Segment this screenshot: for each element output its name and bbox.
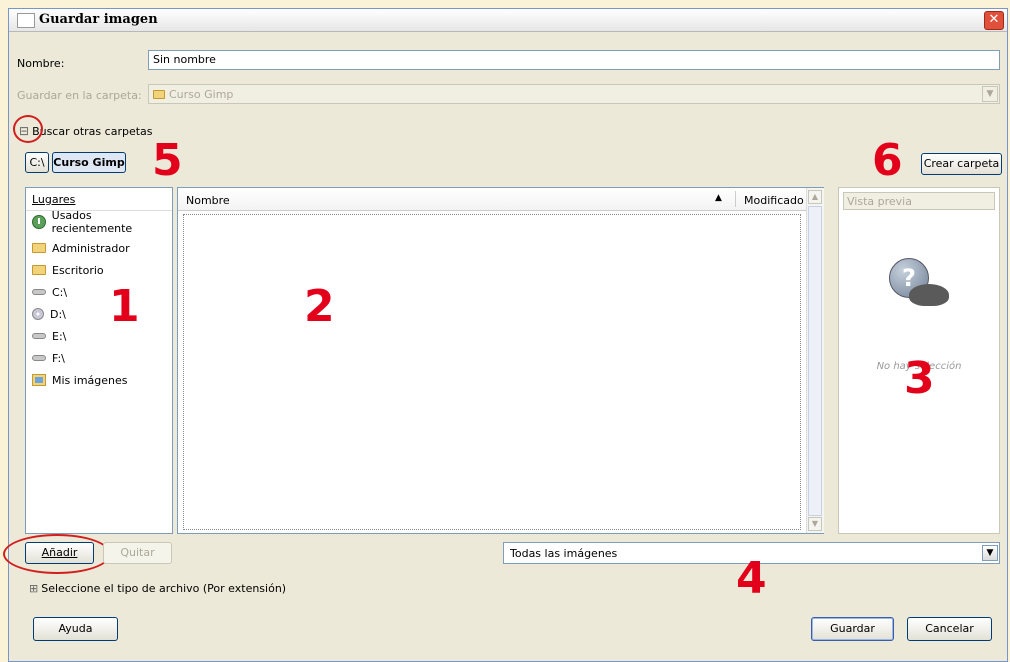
- drive-icon: [32, 289, 46, 295]
- gimp-mascot-icon: [909, 284, 949, 306]
- annotation-6: 6: [872, 135, 903, 186]
- file-list[interactable]: [183, 214, 801, 530]
- pictures-folder-icon: [32, 374, 46, 386]
- place-label: D:\: [50, 307, 66, 321]
- save-folder-select: Curso Gimp: [148, 84, 1000, 104]
- files-scrollbar[interactable]: ▲ ▼: [806, 188, 824, 533]
- file-type-toggle[interactable]: ⊞ Seleccione el tipo de archivo (Por ext…: [29, 582, 286, 595]
- scrollbar-thumb[interactable]: [808, 206, 822, 516]
- place-label: Escritorio: [52, 263, 104, 277]
- place-label: Mis imágenes: [52, 373, 128, 387]
- clock-icon: [32, 215, 46, 229]
- chevron-down-icon[interactable]: ▼: [982, 545, 998, 561]
- annotation-2: 2: [304, 281, 335, 332]
- cancel-button[interactable]: Cancelar: [907, 617, 992, 641]
- annotation-5: 5: [152, 135, 183, 186]
- place-label: Administrador: [52, 241, 130, 255]
- column-name[interactable]: Nombre: [186, 194, 230, 207]
- highlight-circle: [13, 115, 43, 143]
- save-button[interactable]: Guardar: [811, 617, 894, 641]
- filename-input[interactable]: Sin nombre: [148, 50, 1000, 70]
- place-item-escritorio[interactable]: Escritorio: [32, 261, 104, 279]
- places-header-label: Lugares: [32, 193, 76, 206]
- place-item-f-drive[interactable]: F:\: [32, 349, 65, 367]
- folder-icon: [32, 265, 46, 275]
- annotation-4: 4: [736, 553, 767, 604]
- drive-icon: [32, 355, 46, 361]
- remove-button: Quitar: [103, 542, 172, 564]
- save-folder-label: Guardar en la carpeta:: [17, 89, 142, 102]
- create-folder-button[interactable]: Crear carpeta: [921, 153, 1002, 175]
- annotation-1: 1: [109, 281, 140, 332]
- help-button[interactable]: Ayuda: [33, 617, 118, 641]
- place-item-d-drive[interactable]: D:\: [32, 305, 66, 323]
- window-icon: [17, 13, 35, 28]
- cd-icon: [32, 308, 44, 320]
- files-panel: Nombre ▲ Modificado ▲ ▼: [177, 187, 824, 534]
- scroll-down-icon[interactable]: ▼: [808, 517, 822, 531]
- title-bar[interactable]: Guardar imagen ✕: [9, 9, 1007, 32]
- folder-icon: [32, 243, 46, 253]
- place-label: Usados recientemente: [51, 209, 133, 235]
- place-item-recent[interactable]: Usados recientemente: [32, 209, 172, 235]
- highlight-circle: [3, 534, 111, 574]
- chevron-down-icon: ▼: [982, 86, 998, 102]
- place-label: F:\: [52, 351, 65, 365]
- expand-icon: ⊞: [29, 582, 39, 595]
- place-label: E:\: [52, 329, 67, 343]
- path-button-c[interactable]: C:\: [25, 152, 49, 173]
- save-image-dialog: Guardar imagen ✕ Nombre: Sin nombre Guar…: [3, 8, 1008, 662]
- annotation-3: 3: [904, 353, 935, 404]
- file-type-label: Seleccione el tipo de archivo (Por exten…: [41, 582, 287, 595]
- save-folder-value: Curso Gimp: [169, 87, 234, 101]
- browse-folders-label: Buscar otras carpetas: [32, 124, 153, 138]
- column-modified[interactable]: Modificado: [744, 194, 804, 207]
- preview-header: Vista previa: [843, 192, 995, 210]
- folder-icon: [153, 89, 165, 99]
- files-header: Nombre ▲ Modificado: [178, 188, 806, 211]
- scroll-up-icon[interactable]: ▲: [808, 190, 822, 204]
- sort-ascending-icon: ▲: [715, 193, 722, 203]
- places-header[interactable]: Lugares: [26, 188, 172, 211]
- column-divider: [735, 191, 736, 207]
- close-button[interactable]: ✕: [984, 11, 1004, 30]
- places-panel: Lugares Usados recientemente Administrad…: [25, 187, 173, 534]
- place-item-mis-imagenes[interactable]: Mis imágenes: [32, 371, 128, 389]
- place-label: C:\: [52, 285, 68, 299]
- place-item-e-drive[interactable]: E:\: [32, 327, 66, 345]
- name-label: Nombre:: [17, 57, 65, 70]
- window-title: Guardar imagen: [39, 12, 158, 27]
- place-item-c-drive[interactable]: C:\: [32, 283, 67, 301]
- path-button-curso-gimp[interactable]: Curso Gimp: [52, 152, 126, 173]
- place-item-administrador[interactable]: Administrador: [32, 239, 130, 257]
- drive-icon: [32, 333, 46, 339]
